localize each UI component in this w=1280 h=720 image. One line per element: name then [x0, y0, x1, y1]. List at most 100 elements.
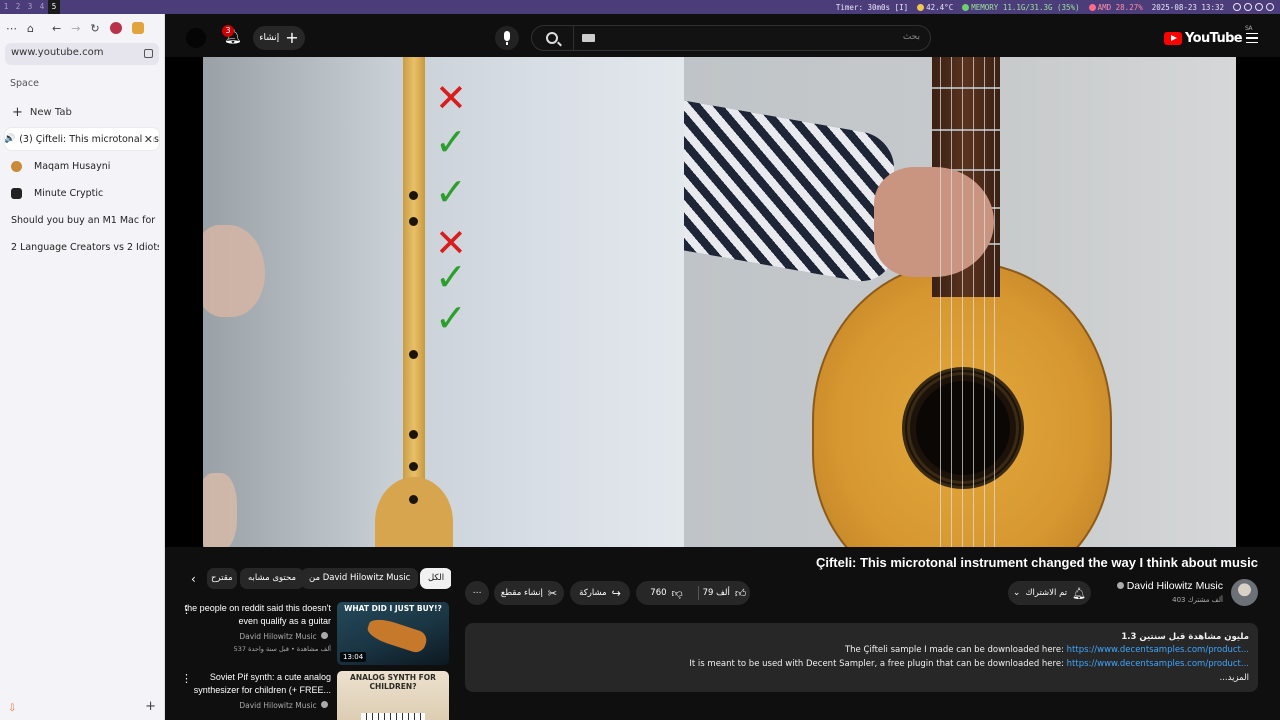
app-tray-icon[interactable] — [1244, 3, 1252, 11]
plus-icon: + — [12, 105, 23, 120]
subscribed-button[interactable]: ⌄ تم الاشتراك 🔔︎ — [1008, 581, 1091, 605]
video-left-half: ✕ ✓ ✓ ✕ ✓ ✓ — [203, 57, 684, 547]
chip-all[interactable]: الكل — [420, 568, 451, 589]
plaid-sleeve — [684, 100, 894, 288]
maqam-icon — [11, 160, 22, 172]
tab-label: 2 Language Creators vs 2 Idiots — [11, 241, 159, 253]
new-tab-label: New Tab — [29, 107, 72, 118]
video-title: Çifteli: This microtonal instrument chan… — [815, 555, 1258, 570]
search-bar[interactable]: بحث — [531, 25, 931, 51]
url-text: www.youtube.com — [11, 47, 104, 58]
url-bar[interactable]: www.youtube.com — [5, 43, 159, 65]
search-input[interactable]: بحث — [903, 32, 920, 42]
youtube-play-icon — [1164, 32, 1182, 45]
rec-thumbnail[interactable]: WHAT DID I JUST BUY!? 13:04 — [337, 602, 449, 665]
region-code: SA — [1245, 25, 1252, 32]
extension-icon[interactable] — [109, 22, 122, 34]
youtube-page: 🔔︎ 3 إنشاء + بحث YouTube SA ✕ ✓ ✓ ✕ ✓ ✓ … — [165, 14, 1280, 720]
cpu-icon — [1088, 3, 1096, 11]
workspace-1[interactable]: 1 — [0, 0, 12, 14]
add-space-icon[interactable]: + — [145, 699, 156, 714]
menu-dots-icon[interactable]: ⋯ — [6, 22, 17, 35]
tab-label: (3) Çifteli: This microtonal instrument — [19, 133, 159, 145]
sidebar-tab-language-creators[interactable]: 2 Language Creators vs 2 Idiots — [5, 236, 159, 258]
guitar-string — [951, 57, 952, 547]
reload-icon[interactable]: ↻ — [90, 22, 99, 35]
guitar-string — [994, 57, 995, 547]
description-link[interactable]: https://www.decentsamples.com/product... — [1067, 645, 1249, 655]
create-button[interactable]: إنشاء + — [253, 26, 305, 50]
site-settings-icon[interactable] — [144, 49, 153, 58]
guitar-fret — [932, 87, 1000, 89]
tab-label: Should you buy an M1 Mac for — [11, 214, 156, 226]
sidebar-tab-cifteli[interactable]: 🔊 (3) Çifteli: This microtonal instrumen… — [5, 128, 159, 150]
download-icon[interactable]: ⇩ — [8, 703, 16, 714]
tab-label: Maqam Husayni — [34, 160, 111, 172]
extension-icon[interactable] — [131, 22, 144, 34]
speaker-icon[interactable]: 🔊 — [5, 134, 15, 144]
timer-status: Timer: 30m0s [I] — [835, 2, 909, 12]
chip-suggested[interactable]: مقترح — [207, 568, 237, 589]
sidebar-tab-minute-cryptic[interactable]: Minute Cryptic — [5, 182, 159, 204]
sun-icon — [917, 3, 925, 11]
description-link[interactable]: https://www.decentsamples.com/product... — [1067, 659, 1249, 669]
workspace-2[interactable]: 2 — [12, 0, 24, 14]
share-button[interactable]: مشاركة ↪ — [570, 581, 630, 605]
thumbs-down-icon: 👎︎ — [671, 586, 683, 600]
network-icon[interactable] — [1255, 3, 1263, 11]
search-icon[interactable] — [546, 32, 558, 44]
video-frame[interactable]: ✕ ✓ ✓ ✕ ✓ ✓ — [203, 57, 1236, 547]
description-text: The Çifteli sample I made can be downloa… — [844, 645, 1067, 655]
browser-controls: ⋯ ⌂ ← → ↻ — [6, 20, 158, 36]
masthead: 🔔︎ 3 إنشاء + بحث YouTube SA — [165, 14, 1280, 57]
show-more-button[interactable]: ...المزيد — [1220, 673, 1250, 683]
fret-dot — [409, 430, 418, 439]
sidebar-tab-m1-mac[interactable]: Should you buy an M1 Mac for — [5, 209, 159, 231]
like-count: 79 ألف — [702, 588, 730, 598]
more-actions-button[interactable]: ⋯ — [465, 581, 489, 605]
channel-name[interactable]: David Hilowitz Music — [1116, 580, 1223, 592]
clip-button[interactable]: إنشاء مقطع ✂ — [494, 581, 564, 605]
rec-channel-text: David Hilowitz Music — [239, 632, 317, 641]
sidebar-tab-maqam[interactable]: Maqam Husayni — [5, 155, 159, 177]
voice-search-icon[interactable] — [495, 26, 519, 50]
forward-icon[interactable]: → — [71, 22, 80, 35]
workspace-5[interactable]: 5 — [48, 0, 60, 14]
dislike-button[interactable]: 760 👎︎ — [636, 581, 697, 605]
clock-icon[interactable] — [1233, 3, 1241, 11]
workspace-switcher: 1 2 3 4 5 — [0, 0, 60, 14]
account-avatar[interactable] — [186, 28, 206, 48]
bluetooth-icon[interactable] — [1266, 3, 1274, 11]
keyboard-icon[interactable] — [582, 34, 595, 42]
rec-title[interactable]: the people on reddit said this doesn't e… — [181, 602, 331, 628]
youtube-logo[interactable]: YouTube SA — [1164, 25, 1252, 46]
fret-dot — [409, 350, 418, 359]
description-box[interactable]: 1.3 مليون مشاهدة قبل سنتين The Çifteli s… — [465, 623, 1258, 692]
video-player[interactable]: ✕ ✓ ✓ ✕ ✓ ✓ — [165, 57, 1280, 547]
new-tab-button[interactable]: + New Tab — [12, 105, 72, 120]
close-icon[interactable]: ✕ — [143, 132, 153, 146]
recommended-item[interactable]: ⋮ Soviet Pif synth: a cute analog synthe… — [165, 671, 455, 720]
scissors-icon: ✂ — [547, 586, 558, 600]
channel-avatar[interactable] — [1231, 579, 1258, 606]
guitar-fret — [932, 129, 1000, 131]
verified-icon — [321, 632, 328, 639]
like-button[interactable]: 79 ألف 👍︎ — [699, 581, 750, 605]
recommended-item[interactable]: ⋮ the people on reddit said this doesn't… — [165, 602, 455, 668]
fret-dot — [409, 495, 418, 504]
share-label: مشاركة — [579, 588, 607, 598]
rec-title[interactable]: Soviet Pif synth: a cute analog synthesi… — [181, 671, 331, 697]
check-mark-icon: ✓ — [435, 120, 467, 164]
guitar-soundhole — [916, 381, 1010, 475]
back-icon[interactable]: ← — [52, 22, 61, 35]
sidebar-toggle-icon[interactable]: ⌂ — [27, 22, 34, 35]
chip-similar[interactable]: محتوى مشابه — [240, 568, 304, 589]
subscribe-label: تم الاشتراك — [1025, 588, 1068, 598]
hamburger-menu-icon[interactable] — [1246, 33, 1258, 43]
guitar-string — [984, 57, 985, 547]
rec-thumbnail[interactable]: ANALOG SYNTH FOR CHILDREN? — [337, 671, 449, 720]
notification-badge: 3 — [222, 25, 234, 37]
chip-from-channel[interactable]: من David Hilowitz Music — [301, 568, 419, 589]
workspace-4[interactable]: 4 — [36, 0, 48, 14]
workspace-3[interactable]: 3 — [24, 0, 36, 14]
